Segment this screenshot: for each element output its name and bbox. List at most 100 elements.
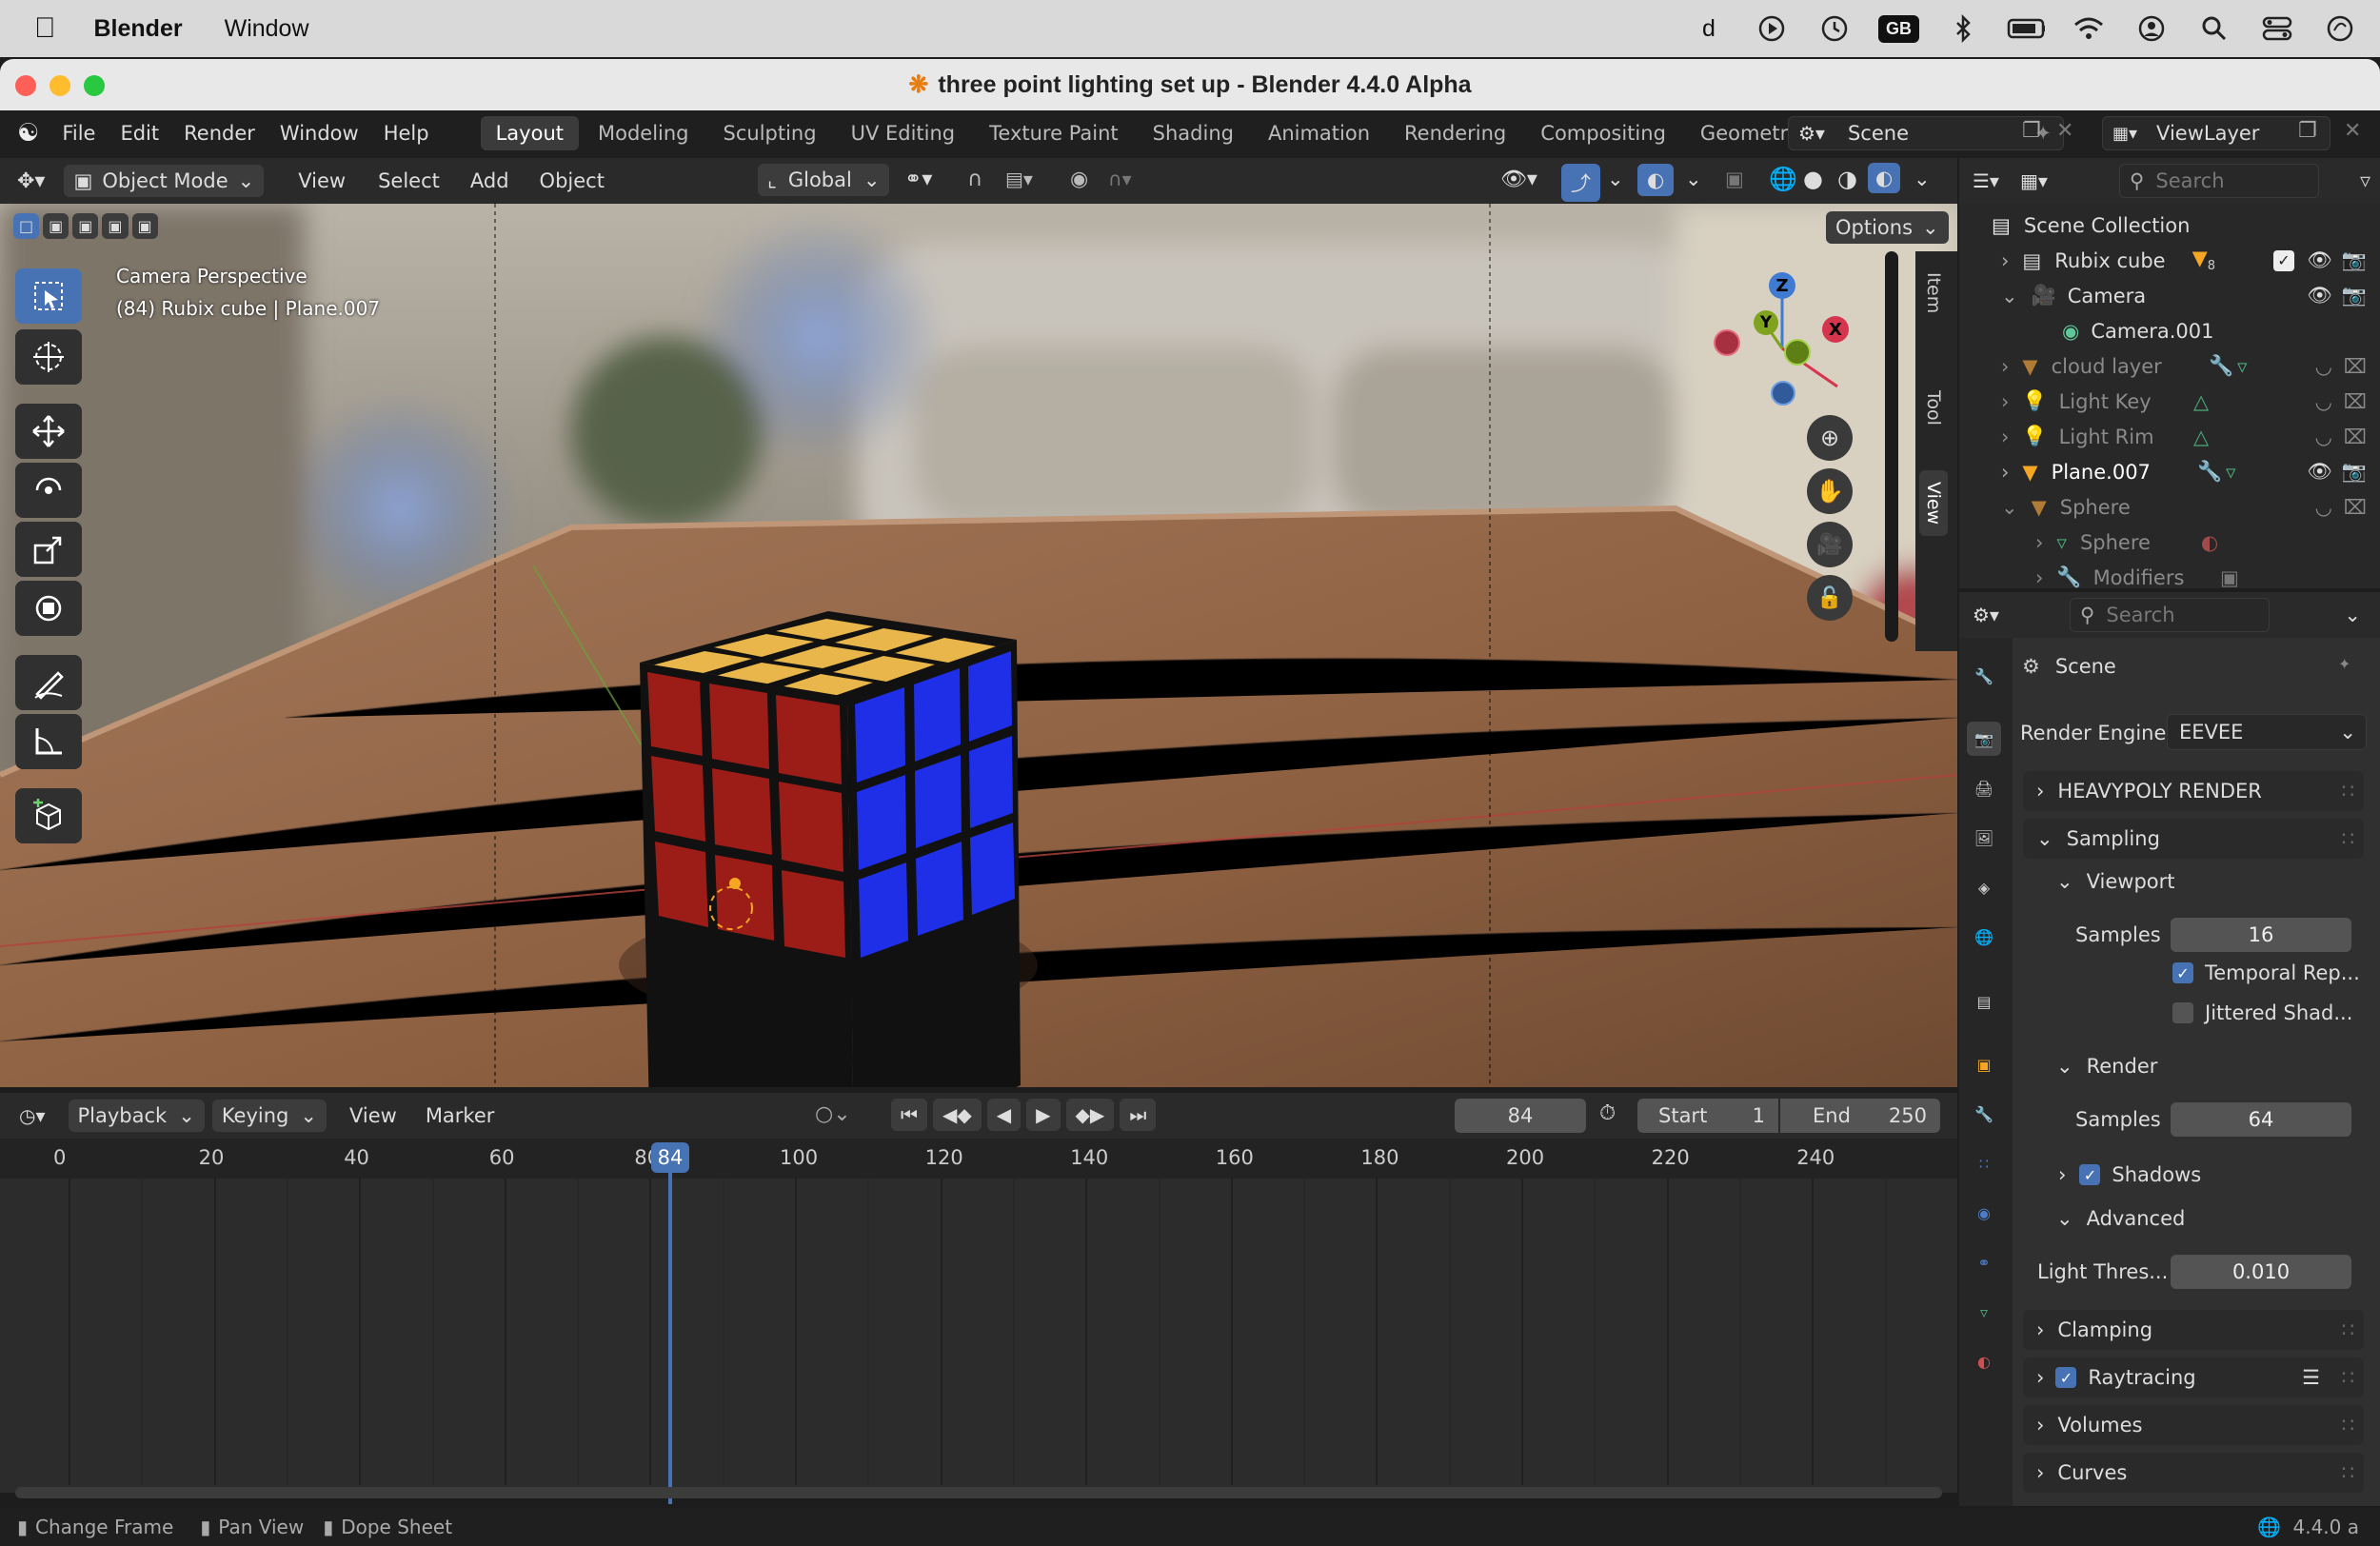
- mesh-data-tab-icon[interactable]: ▿: [1967, 1295, 2001, 1329]
- new-view-layer-icon[interactable]: ❐: [2298, 119, 2317, 143]
- hidden-eye-icon[interactable]: ◡: [2315, 390, 2332, 413]
- physics-tab-icon[interactable]: ◉: [1967, 1196, 2001, 1230]
- outliner-row-sphere-mesh[interactable]: › ▿ Sphere ◐: [1959, 525, 2380, 560]
- pin-icon[interactable]: ✦: [2338, 655, 2350, 673]
- gizmo-neg-y-axis[interactable]: [1784, 339, 1811, 366]
- material-tab-icon[interactable]: ◐: [1967, 1344, 2001, 1378]
- properties-search-field[interactable]: ⚲ Search: [2070, 598, 2270, 632]
- expand-icon[interactable]: ›: [2001, 426, 2009, 448]
- expand-icon[interactable]: ›: [2001, 461, 2009, 484]
- drag-handle-icon[interactable]: ∷: [2342, 780, 2354, 803]
- outliner-row-camera-data[interactable]: ◉ Camera.001: [1959, 313, 2380, 348]
- edit-menu[interactable]: Edit: [120, 122, 159, 145]
- panel-sampling[interactable]: ⌄ Sampling ∷: [2023, 819, 2364, 859]
- temporal-reprojection-checkbox[interactable]: ✓: [2172, 962, 2193, 983]
- drag-handle-icon[interactable]: ∷: [2342, 1318, 2354, 1341]
- window-menu[interactable]: Window: [225, 15, 309, 43]
- gizmo-neg-z-axis[interactable]: [1771, 381, 1795, 406]
- hidden-eye-icon[interactable]: ◡: [2315, 426, 2332, 448]
- snap-target-icon[interactable]: ▤▾: [1005, 168, 1033, 190]
- overlay-toggle-icon[interactable]: ◐: [1637, 164, 1675, 196]
- render-properties-tab-icon[interactable]: 📷: [1967, 722, 2001, 756]
- proportional-edit-icon[interactable]: ◉: [1070, 168, 1088, 191]
- measure-tool-icon[interactable]: [15, 714, 82, 769]
- viewport-samples-field[interactable]: 16: [2171, 918, 2351, 952]
- app-menu[interactable]: Blender: [94, 15, 183, 43]
- annotate-tool-icon[interactable]: [15, 655, 82, 710]
- outliner-row-cloud-layer[interactable]: › ▼ cloud layer 🔧 ▿ ◡ ⌧: [1959, 348, 2380, 384]
- output-properties-tab-icon[interactable]: 🖨: [1967, 771, 2001, 805]
- user-account-icon[interactable]: [2132, 10, 2171, 48]
- select-box-tool-icon[interactable]: [15, 268, 82, 324]
- drag-handle-icon[interactable]: ∷: [2342, 1414, 2354, 1437]
- marker-menu[interactable]: Marker: [426, 1104, 495, 1127]
- battery-icon[interactable]: [2007, 10, 2045, 48]
- panel-volumes[interactable]: › Volumes ∷: [2023, 1405, 2364, 1445]
- tab-texture-paint[interactable]: Texture Paint: [974, 116, 1134, 150]
- scene-properties-tab-icon[interactable]: ◈: [1967, 870, 2001, 904]
- jittered-shadows-row[interactable]: Jittered Shad...: [2172, 1001, 2352, 1024]
- jump-end-icon[interactable]: ⏭: [1120, 1099, 1157, 1131]
- outliner-row-plane[interactable]: › ▼ Plane.007 🔧 ▿ 👁 📷: [1959, 454, 2380, 489]
- input-source-indicator[interactable]: d: [1690, 10, 1728, 48]
- blender-logo-icon[interactable]: ☯: [17, 119, 39, 148]
- outliner-row-camera[interactable]: ⌄ 🎥 Camera 👁 📷: [1959, 278, 2380, 313]
- outliner-row-light-rim[interactable]: › 💡 Light Rim △ ◡ ⌧: [1959, 419, 2380, 454]
- time-machine-icon[interactable]: [1815, 10, 1854, 48]
- constraints-tab-icon[interactable]: ⚭: [1967, 1245, 2001, 1279]
- select-new-icon[interactable]: □: [13, 213, 40, 239]
- tool-properties-tab-icon[interactable]: 🔧: [1967, 659, 2001, 693]
- render-disabled-icon[interactable]: ⌧: [2344, 496, 2367, 519]
- playback-menu[interactable]: Playback ⌄: [68, 1100, 205, 1132]
- pan-view-icon[interactable]: ✋: [1807, 468, 1853, 514]
- outliner-row-light-key[interactable]: › 💡 Light Key △ ◡ ⌧: [1959, 384, 2380, 419]
- snap-icon[interactable]: ∩: [967, 168, 982, 191]
- scale-tool-icon[interactable]: [15, 522, 82, 577]
- particles-tab-icon[interactable]: ∷: [1967, 1146, 2001, 1180]
- playhead[interactable]: [668, 1142, 672, 1504]
- render-camera-icon[interactable]: 📷: [2342, 248, 2367, 272]
- collapse-icon[interactable]: ⌄: [2001, 496, 2018, 519]
- lock-camera-icon[interactable]: 🔓: [1807, 575, 1853, 621]
- drag-handle-icon[interactable]: ∷: [2342, 1366, 2354, 1389]
- render-disabled-icon[interactable]: ⌧: [2344, 390, 2367, 413]
- panel-curves[interactable]: › Curves ∷: [2023, 1453, 2364, 1493]
- spotlight-search-icon[interactable]: [2195, 10, 2233, 48]
- gizmo-toggle-icon[interactable]: ⤴: [1561, 164, 1600, 202]
- gizmo-neg-x-axis[interactable]: [1714, 329, 1740, 356]
- new-scene-icon[interactable]: ❐: [2022, 119, 2041, 143]
- expand-icon[interactable]: ›: [2001, 390, 2009, 413]
- display-mode-icon[interactable]: ▦▾: [2020, 169, 2048, 192]
- visibility-eye-icon[interactable]: 👁: [2307, 284, 2332, 307]
- light-threshold-field[interactable]: 0.010: [2171, 1255, 2351, 1289]
- keyboard-layout-badge[interactable]: GB: [1878, 14, 1919, 43]
- panel-clamping[interactable]: › Clamping ∷: [2023, 1310, 2364, 1350]
- bluetooth-icon[interactable]: [1944, 10, 1982, 48]
- siri-icon[interactable]: [2321, 10, 2359, 48]
- timeline-view-menu[interactable]: View: [349, 1104, 397, 1127]
- hidden-eye-icon[interactable]: ◡: [2315, 355, 2332, 378]
- delete-scene-icon[interactable]: ✕: [2056, 119, 2073, 143]
- view-layer-tab-icon[interactable]: 🖼: [1967, 821, 2001, 855]
- start-frame-field[interactable]: Start 1: [1637, 1099, 1778, 1133]
- select-invert-icon[interactable]: ▣: [102, 213, 129, 239]
- outliner-search-field[interactable]: ⚲ Search: [2119, 164, 2319, 198]
- tab-item[interactable]: Item: [1923, 272, 1944, 313]
- tab-modeling[interactable]: Modeling: [583, 116, 704, 150]
- render-disabled-icon[interactable]: ⌧: [2344, 426, 2367, 448]
- apple-icon[interactable]: : [34, 12, 56, 45]
- collapse-icon[interactable]: ⌄: [2001, 285, 2018, 307]
- delete-view-layer-icon[interactable]: ✕: [2344, 119, 2361, 143]
- end-frame-field[interactable]: End 250: [1780, 1099, 1940, 1133]
- properties-options-chevron-icon[interactable]: ⌄: [2344, 604, 2361, 626]
- tab-rendering[interactable]: Rendering: [1389, 116, 1521, 150]
- viewport-3d[interactable]: □ ▣ ▣ ▣ ▣ Camera Perspective (84) Rubix …: [0, 204, 1957, 1087]
- outliner-row-sphere[interactable]: ⌄ ▼ Sphere ◡ ⌧: [1959, 489, 2380, 525]
- tab-tool[interactable]: Tool: [1923, 390, 1944, 426]
- subpanel-render[interactable]: ⌄ Render: [2056, 1055, 2157, 1078]
- rendered-shading-icon[interactable]: ◐: [1868, 163, 1901, 193]
- cursor-tool-icon[interactable]: [15, 329, 82, 385]
- visibility-icon[interactable]: 👁▾: [1500, 168, 1537, 191]
- render-menu[interactable]: Render: [184, 122, 255, 145]
- tab-animation[interactable]: Animation: [1253, 116, 1385, 150]
